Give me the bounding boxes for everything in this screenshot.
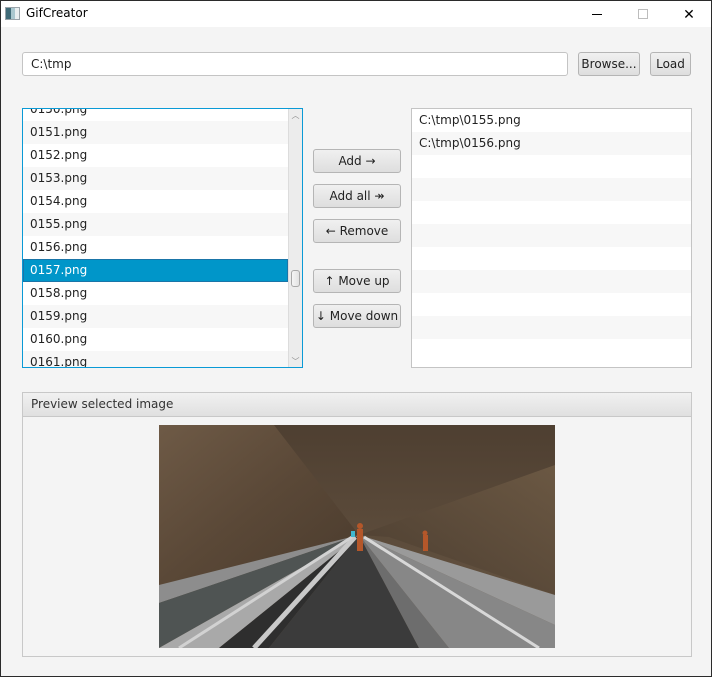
preview-header: Preview selected image: [23, 393, 691, 417]
minimize-button[interactable]: [574, 1, 620, 27]
source-list-item[interactable]: 0160.png: [23, 328, 288, 351]
empty-list-row: [412, 178, 691, 201]
folder-path-input[interactable]: [22, 52, 568, 76]
minimize-icon: [592, 13, 602, 15]
target-list-item[interactable]: C:\tmp\0156.png: [412, 132, 691, 155]
selected-frames-list[interactable]: C:\tmp\0155.png C:\tmp\0156.png: [411, 108, 692, 368]
source-list-item[interactable]: 0156.png: [23, 236, 288, 259]
preview-panel: Preview selected image: [22, 392, 692, 657]
source-list-item[interactable]: 0154.png: [23, 190, 288, 213]
app-window-icon: [5, 7, 20, 20]
source-list-item[interactable]: 0161.png: [23, 351, 288, 367]
empty-list-row: [412, 270, 691, 293]
empty-list-row: [412, 339, 691, 362]
source-list-item[interactable]: 0150.png: [23, 109, 288, 121]
scroll-thumb[interactable]: [291, 270, 300, 287]
preview-image: [159, 425, 555, 648]
source-list-item[interactable]: 0151.png: [23, 121, 288, 144]
app-window: GifCreator ✕ Browse... Load 0150.png0151…: [0, 0, 712, 677]
empty-list-row: [412, 155, 691, 178]
remove-button[interactable]: ← Remove: [313, 219, 401, 243]
empty-list-row: [412, 224, 691, 247]
empty-list-row: [412, 316, 691, 339]
source-list-item[interactable]: 0152.png: [23, 144, 288, 167]
empty-list-row: [412, 293, 691, 316]
main-content: Browse... Load 0150.png0151.png0152.png0…: [1, 27, 711, 676]
move-up-button[interactable]: ↑ Move up: [313, 269, 401, 293]
tunnel-render: [159, 425, 555, 648]
empty-list-row: [412, 247, 691, 270]
close-button[interactable]: ✕: [666, 1, 712, 27]
maximize-icon: [638, 9, 648, 19]
source-list-item[interactable]: 0155.png: [23, 213, 288, 236]
source-file-rows: 0150.png 0151.png 0152.png 0153.png 0154.png…: [23, 109, 288, 367]
source-list-item[interactable]: 0153.png: [23, 167, 288, 190]
browse-button[interactable]: Browse...: [578, 52, 640, 76]
scroll-up-icon[interactable]: ︿: [289, 109, 302, 121]
source-list-scrollbar[interactable]: ︿ ﹀: [288, 109, 302, 367]
source-list-item-selected[interactable]: 0157.png: [23, 259, 288, 282]
move-down-button[interactable]: ↓ Move down: [313, 304, 401, 328]
source-list-item[interactable]: 0159.png: [23, 305, 288, 328]
source-list-item[interactable]: 0158.png: [23, 282, 288, 305]
scroll-down-icon[interactable]: ﹀: [289, 355, 302, 367]
source-file-list[interactable]: 0150.png 0151.png 0152.png 0153.png 0154.png…: [22, 108, 303, 368]
add-all-button[interactable]: Add all ↠: [313, 184, 401, 208]
add-button[interactable]: Add →: [313, 149, 401, 173]
empty-list-row: [412, 201, 691, 224]
window-title: GifCreator: [26, 6, 88, 20]
title-bar[interactable]: GifCreator ✕: [1, 1, 711, 27]
close-icon: ✕: [683, 5, 695, 22]
load-button[interactable]: Load: [650, 52, 691, 76]
selected-frames-rows: C:\tmp\0155.png C:\tmp\0156.png: [412, 109, 691, 362]
maximize-button[interactable]: [620, 1, 666, 27]
target-list-item[interactable]: C:\tmp\0155.png: [412, 109, 691, 132]
